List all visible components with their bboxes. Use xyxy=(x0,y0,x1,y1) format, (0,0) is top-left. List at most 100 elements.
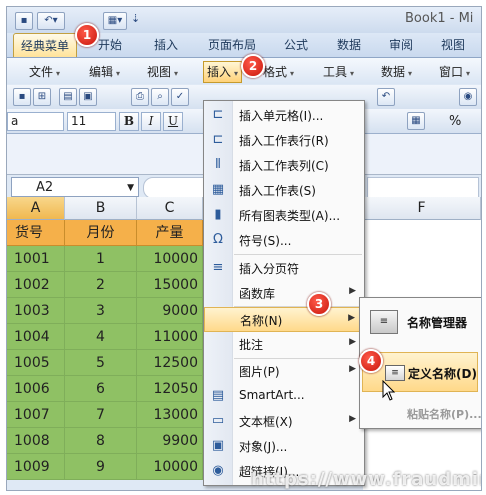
table-cell[interactable]: 1 xyxy=(65,246,137,272)
spelling-icon[interactable]: ✓ xyxy=(171,88,189,106)
menu-item-insert-column[interactable]: ⫴ 插入工作表列(C) xyxy=(204,153,364,178)
menu-edit[interactable]: 编辑 ▾ xyxy=(89,62,120,82)
underline-button[interactable]: U xyxy=(163,112,183,131)
font-name-box[interactable]: a xyxy=(7,112,64,131)
print-icon[interactable]: ⎙ xyxy=(131,88,149,106)
column-header-b[interactable]: B xyxy=(65,197,137,220)
undo-icon[interactable]: ↶ xyxy=(377,88,395,106)
permission-icon[interactable]: ⊞ xyxy=(33,88,51,106)
undo-icon[interactable]: ↶▾ xyxy=(37,12,65,30)
table-cell[interactable]: 15000 xyxy=(137,272,203,298)
tab-data[interactable]: 数据 xyxy=(327,33,371,57)
tab-insert[interactable]: 插入 xyxy=(141,33,191,57)
table-cell[interactable]: 1005 xyxy=(7,350,65,376)
cell-a1[interactable]: 货号 xyxy=(7,220,65,246)
excel-window: ▪ ↶▾ ▦▾ ⇣ Book1 - Mi 经典菜单 开始 插入 页面布局 公式 … xyxy=(6,6,482,491)
menu-item-all-charts[interactable]: ▮ 所有图表类型(A)... xyxy=(204,203,364,228)
menu-item-insert-row[interactable]: ⊏ 插入工作表行(R) xyxy=(204,128,364,153)
table-cell[interactable]: 1002 xyxy=(7,272,65,298)
insert-column-icon: ⫴ xyxy=(215,157,221,172)
column-header-c[interactable]: C xyxy=(137,197,203,220)
table-cell[interactable]: 2 xyxy=(65,272,137,298)
save-icon[interactable]: ▪ xyxy=(13,88,31,106)
table-cell[interactable]: 7 xyxy=(65,402,137,428)
menu-item-page-break[interactable]: ≡ 插入分页符 xyxy=(204,256,364,281)
table-cell[interactable]: 8 xyxy=(65,428,137,454)
table-cell[interactable]: 9900 xyxy=(137,428,203,454)
tab-classic-menu[interactable]: 经典菜单 xyxy=(13,33,77,57)
table-cell[interactable]: 1001 xyxy=(7,246,65,272)
table-cell[interactable]: 9000 xyxy=(137,298,203,324)
menu-item-textbox[interactable]: ▭ 文本框(X) ▶ xyxy=(204,409,364,434)
percent-button[interactable]: % xyxy=(449,114,461,129)
insert-menu: ⊏ 插入单元格(I)... ⊏ 插入工作表行(R) ⫴ 插入工作表列(C) ▦ … xyxy=(203,100,365,486)
menu-item-object[interactable]: ▣ 对象(J)... xyxy=(204,434,364,459)
tab-formulas[interactable]: 公式 xyxy=(273,33,319,57)
table-cell[interactable]: 13000 xyxy=(137,402,203,428)
menu-tools[interactable]: 工具 ▾ xyxy=(323,62,354,82)
menu-item-insert-cells[interactable]: ⊏ 插入单元格(I)... xyxy=(204,103,364,128)
menu-insert[interactable]: 插入 ▾ xyxy=(203,61,243,83)
table-cell[interactable]: 12500 xyxy=(137,350,203,376)
formula-input-right[interactable] xyxy=(367,177,479,199)
table-cell[interactable]: 1009 xyxy=(7,454,65,480)
table-cell[interactable]: 3 xyxy=(65,298,137,324)
table-cell[interactable]: 1004 xyxy=(7,324,65,350)
omega-icon: Ω xyxy=(213,232,223,247)
bold-button[interactable]: B xyxy=(119,112,139,131)
menu-file[interactable]: 文件 ▾ xyxy=(29,62,60,82)
table-cell[interactable]: 9 xyxy=(65,454,137,480)
table-cell[interactable]: 1008 xyxy=(7,428,65,454)
menu-item-name-manager[interactable]: ≡ 名称管理器 xyxy=(362,302,478,342)
print-preview-icon[interactable]: ⌕ xyxy=(151,88,169,106)
currency-icon[interactable]: ▦ xyxy=(407,112,425,130)
menu-item-symbol[interactable]: Ω 符号(S)... xyxy=(204,228,364,253)
menu-item-paste-name[interactable]: 粘贴名称(P)... xyxy=(362,394,481,434)
cell-b1[interactable]: 月份 xyxy=(65,220,137,246)
table-cell[interactable]: 4 xyxy=(65,324,137,350)
name-box[interactable]: A2 ▼ xyxy=(11,177,139,197)
step-badge-4: 4 xyxy=(359,349,383,373)
table-cell[interactable]: 10000 xyxy=(137,454,203,480)
submenu-arrow-icon: ▶ xyxy=(349,286,356,296)
qat-customize-icon[interactable]: ⇣ xyxy=(131,12,140,25)
submenu-arrow-icon: ▶ xyxy=(348,313,355,323)
new-icon[interactable]: ▤ xyxy=(59,88,77,106)
table-cell[interactable]: 10000 xyxy=(137,246,203,272)
italic-button[interactable]: I xyxy=(141,112,161,131)
menu-item-name[interactable]: 名称(N) ▶ xyxy=(204,307,364,332)
menu-data[interactable]: 数据 ▾ xyxy=(381,62,412,82)
column-header-a[interactable]: A xyxy=(7,197,65,220)
menu-item-smartart[interactable]: ▤ SmartArt... xyxy=(204,384,364,409)
watermark: https://www.fraudmin.cc xyxy=(251,469,481,490)
menu-item-comment[interactable]: 批注 ▶ xyxy=(204,332,364,357)
formula-input[interactable] xyxy=(143,177,205,199)
tab-view[interactable]: 视图 xyxy=(431,33,475,57)
save-icon[interactable]: ▪ xyxy=(15,12,33,30)
menu-format[interactable]: 格式 ▾ xyxy=(263,62,294,82)
menu-view[interactable]: 视图 ▾ xyxy=(147,62,178,82)
table-cell[interactable]: 1003 xyxy=(7,298,65,324)
name-box-dropdown-icon[interactable]: ▼ xyxy=(127,178,134,198)
menu-window[interactable]: 窗口 ▾ xyxy=(439,62,470,82)
hyperlink-icon[interactable]: ◉ xyxy=(459,88,477,106)
table-cell[interactable]: 6 xyxy=(65,376,137,402)
font-size-box[interactable]: 11 xyxy=(67,112,116,131)
submenu-arrow-icon: ▶ xyxy=(349,414,356,424)
table-cell[interactable]: 1006 xyxy=(7,376,65,402)
menu-item-picture[interactable]: 图片(P) ▶ xyxy=(204,359,364,384)
tab-review[interactable]: 审阅 xyxy=(381,33,421,57)
table-cell[interactable]: 1007 xyxy=(7,402,65,428)
table-cell[interactable]: 12050 xyxy=(137,376,203,402)
view-icon[interactable]: ▦▾ xyxy=(103,12,127,30)
open-icon[interactable]: ▣ xyxy=(79,88,97,106)
table-cell[interactable]: 5 xyxy=(65,350,137,376)
insert-row-icon: ⊏ xyxy=(212,132,224,147)
cell-c1[interactable]: 产量 xyxy=(137,220,203,246)
column-header-f[interactable]: F xyxy=(363,197,481,220)
textbox-icon: ▭ xyxy=(211,413,225,428)
menu-item-insert-sheet[interactable]: ▦ 插入工作表(S) xyxy=(204,178,364,203)
menu-item-function-library[interactable]: 函数库 ▶ xyxy=(204,281,364,306)
table-cell[interactable]: 11000 xyxy=(137,324,203,350)
mouse-cursor-icon xyxy=(382,380,396,401)
